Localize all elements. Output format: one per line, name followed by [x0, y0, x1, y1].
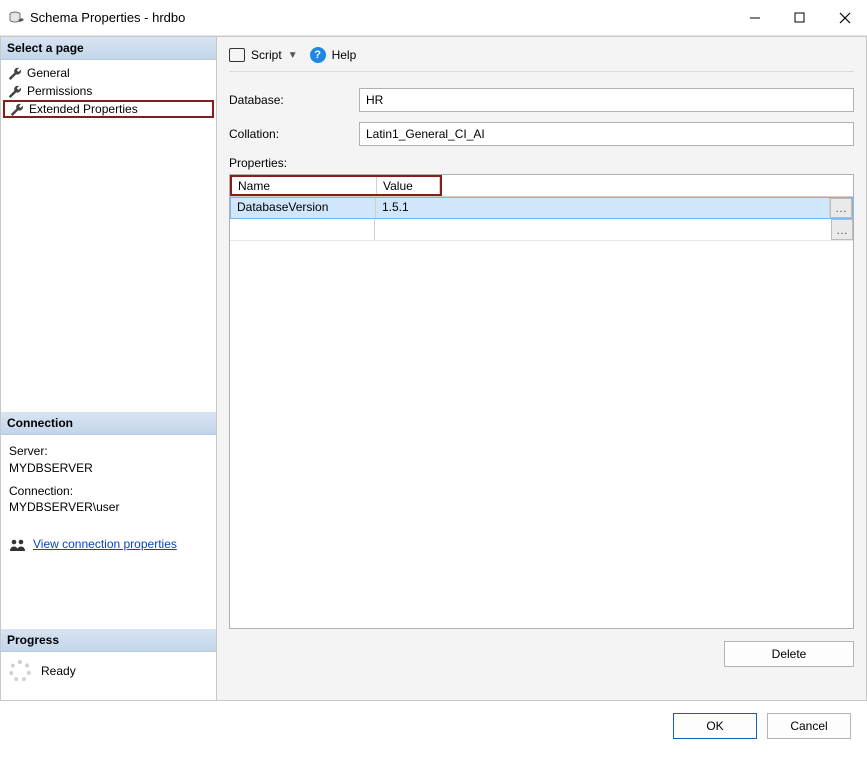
maximize-button[interactable]	[777, 0, 822, 36]
titlebar: Schema Properties - hrdbo	[0, 0, 867, 36]
progress-header: Progress	[1, 629, 216, 652]
page-item-label: General	[27, 66, 70, 80]
app-icon	[8, 10, 24, 26]
dialog-buttons: OK Cancel	[0, 701, 867, 755]
server-label: Server:	[9, 443, 208, 460]
wrench-icon	[9, 102, 23, 116]
page-item-label: Permissions	[27, 84, 92, 98]
help-label: Help	[332, 48, 357, 62]
close-button[interactable]	[822, 0, 867, 36]
dropdown-arrow-icon: ▼	[288, 50, 298, 61]
help-icon: ?	[310, 47, 326, 63]
ellipsis-button[interactable]: …	[831, 219, 853, 240]
connection-value: MYDBSERVER\user	[9, 499, 208, 516]
help-button[interactable]: ? Help	[310, 47, 357, 63]
page-item-permissions[interactable]: Permissions	[1, 82, 216, 100]
database-label: Database:	[229, 93, 359, 107]
view-connection-properties-link[interactable]: View connection properties	[33, 536, 177, 553]
grid-header: Name Value	[230, 175, 853, 197]
properties-grid[interactable]: Name Value DatabaseVersion 1.5.1 … …	[229, 174, 854, 629]
wrench-icon	[7, 66, 21, 80]
window-title: Schema Properties - hrdbo	[30, 10, 185, 25]
collation-label: Collation:	[229, 127, 359, 141]
page-item-label: Extended Properties	[29, 102, 138, 116]
properties-label: Properties:	[229, 156, 854, 170]
page-list: General Permissions Extended Properties	[1, 60, 216, 122]
sidebar: Select a page General Permissions Extend…	[1, 37, 217, 700]
script-icon	[229, 48, 245, 62]
cancel-button[interactable]: Cancel	[767, 713, 851, 739]
script-button[interactable]: Script ▼	[229, 48, 298, 62]
select-page-header: Select a page	[1, 37, 216, 60]
connection-panel: Server: MYDBSERVER Connection: MYDBSERVE…	[1, 435, 216, 569]
page-item-general[interactable]: General	[1, 64, 216, 82]
database-row: Database:	[229, 88, 854, 112]
spinner-icon	[9, 660, 31, 682]
page-item-extended-properties[interactable]: Extended Properties	[3, 100, 214, 118]
dialog-body: Select a page General Permissions Extend…	[0, 36, 867, 701]
delete-button[interactable]: Delete	[724, 641, 854, 667]
progress-panel: Ready	[1, 652, 216, 690]
connection-label: Connection:	[9, 483, 208, 500]
cell-name[interactable]: DatabaseVersion	[231, 198, 376, 218]
server-value: MYDBSERVER	[9, 460, 208, 477]
progress-status: Ready	[41, 664, 76, 678]
cell-name[interactable]	[230, 219, 375, 240]
people-icon	[9, 538, 27, 552]
window-controls	[732, 0, 867, 36]
ellipsis-button[interactable]: …	[830, 198, 852, 218]
cell-value[interactable]: 1.5.1	[376, 198, 830, 218]
connection-header: Connection	[1, 412, 216, 435]
cell-value[interactable]	[375, 219, 853, 240]
collation-row: Collation:	[229, 122, 854, 146]
column-header-name[interactable]: Name	[232, 177, 377, 194]
collation-field[interactable]	[359, 122, 854, 146]
grid-row[interactable]: DatabaseVersion 1.5.1 …	[230, 197, 853, 219]
ok-button[interactable]: OK	[673, 713, 757, 739]
database-field[interactable]	[359, 88, 854, 112]
column-header-value[interactable]: Value	[377, 177, 440, 194]
minimize-button[interactable]	[732, 0, 777, 36]
script-label: Script	[251, 48, 282, 62]
wrench-icon	[7, 84, 21, 98]
content-panel: Script ▼ ? Help Database: Collation: Pro…	[217, 37, 866, 700]
toolbar: Script ▼ ? Help	[229, 47, 854, 72]
grid-row-new[interactable]: …	[230, 219, 853, 241]
